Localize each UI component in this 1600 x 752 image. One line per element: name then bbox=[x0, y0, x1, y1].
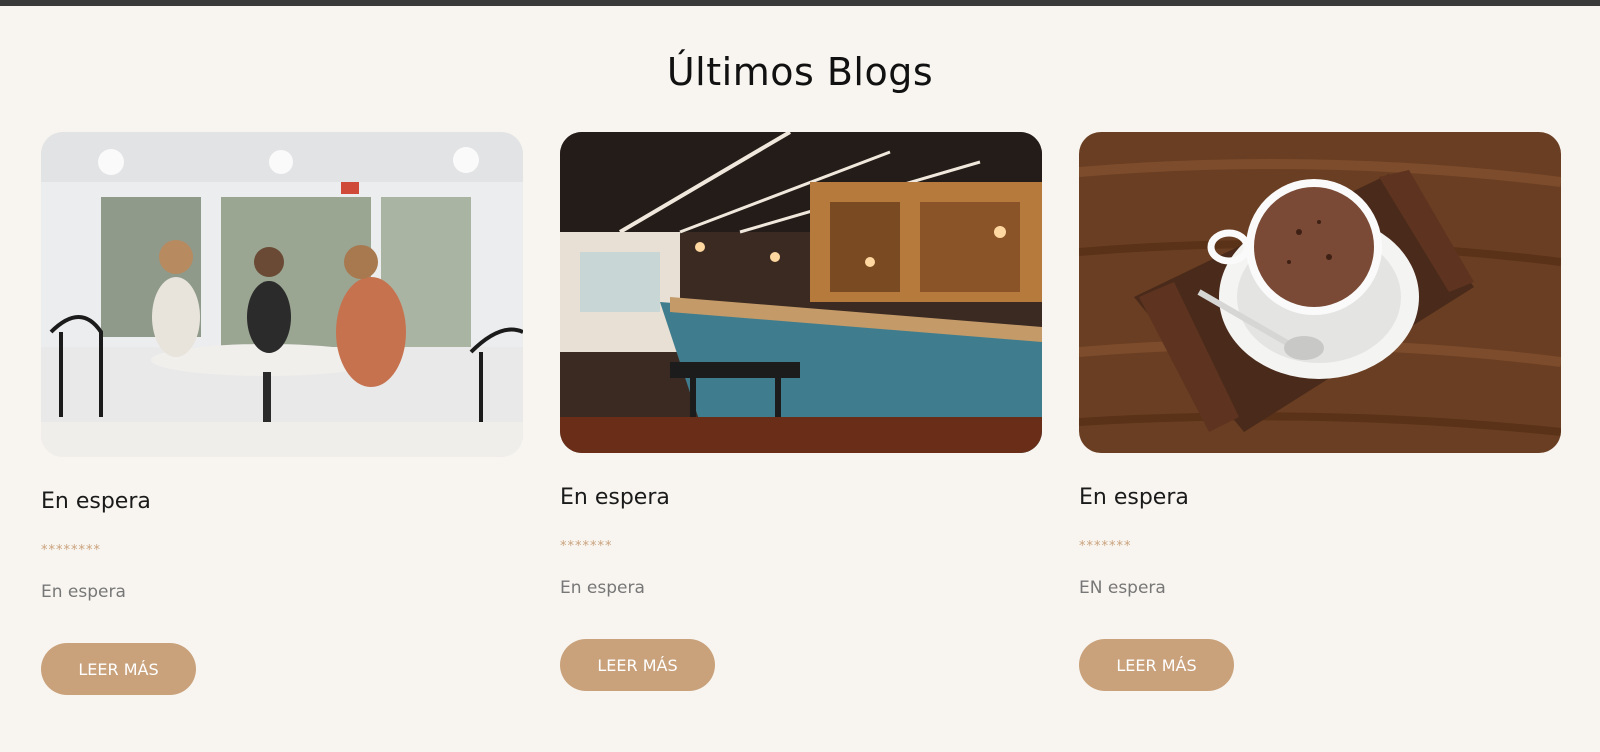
cafe-friends-image[interactable] bbox=[41, 132, 523, 457]
bakery-counter-image[interactable] bbox=[560, 132, 1042, 453]
card-stars: ******* bbox=[1079, 539, 1132, 554]
read-more-button[interactable]: LEER MÁS bbox=[1079, 639, 1234, 691]
card-stars: ******* bbox=[560, 539, 613, 554]
blog-card: En espera ******* EN espera LEER MÁS bbox=[1079, 132, 1561, 691]
card-title: En espera bbox=[41, 489, 151, 514]
card-excerpt: EN espera bbox=[1079, 578, 1166, 598]
blog-card: En espera ******* En espera LEER MÁS bbox=[560, 132, 1042, 691]
card-stars: ******** bbox=[41, 543, 101, 558]
blog-card: En espera ******** En espera LEER MÁS bbox=[41, 132, 523, 695]
top-bar bbox=[0, 0, 1600, 6]
read-more-button[interactable]: LEER MÁS bbox=[560, 639, 715, 691]
read-more-button[interactable]: LEER MÁS bbox=[41, 643, 196, 695]
card-excerpt: En espera bbox=[41, 582, 126, 602]
hot-chocolate-image[interactable] bbox=[1079, 132, 1561, 453]
card-title: En espera bbox=[560, 485, 670, 510]
section-title: Últimos Blogs bbox=[666, 50, 934, 94]
card-title: En espera bbox=[1079, 485, 1189, 510]
card-excerpt: En espera bbox=[560, 578, 645, 598]
